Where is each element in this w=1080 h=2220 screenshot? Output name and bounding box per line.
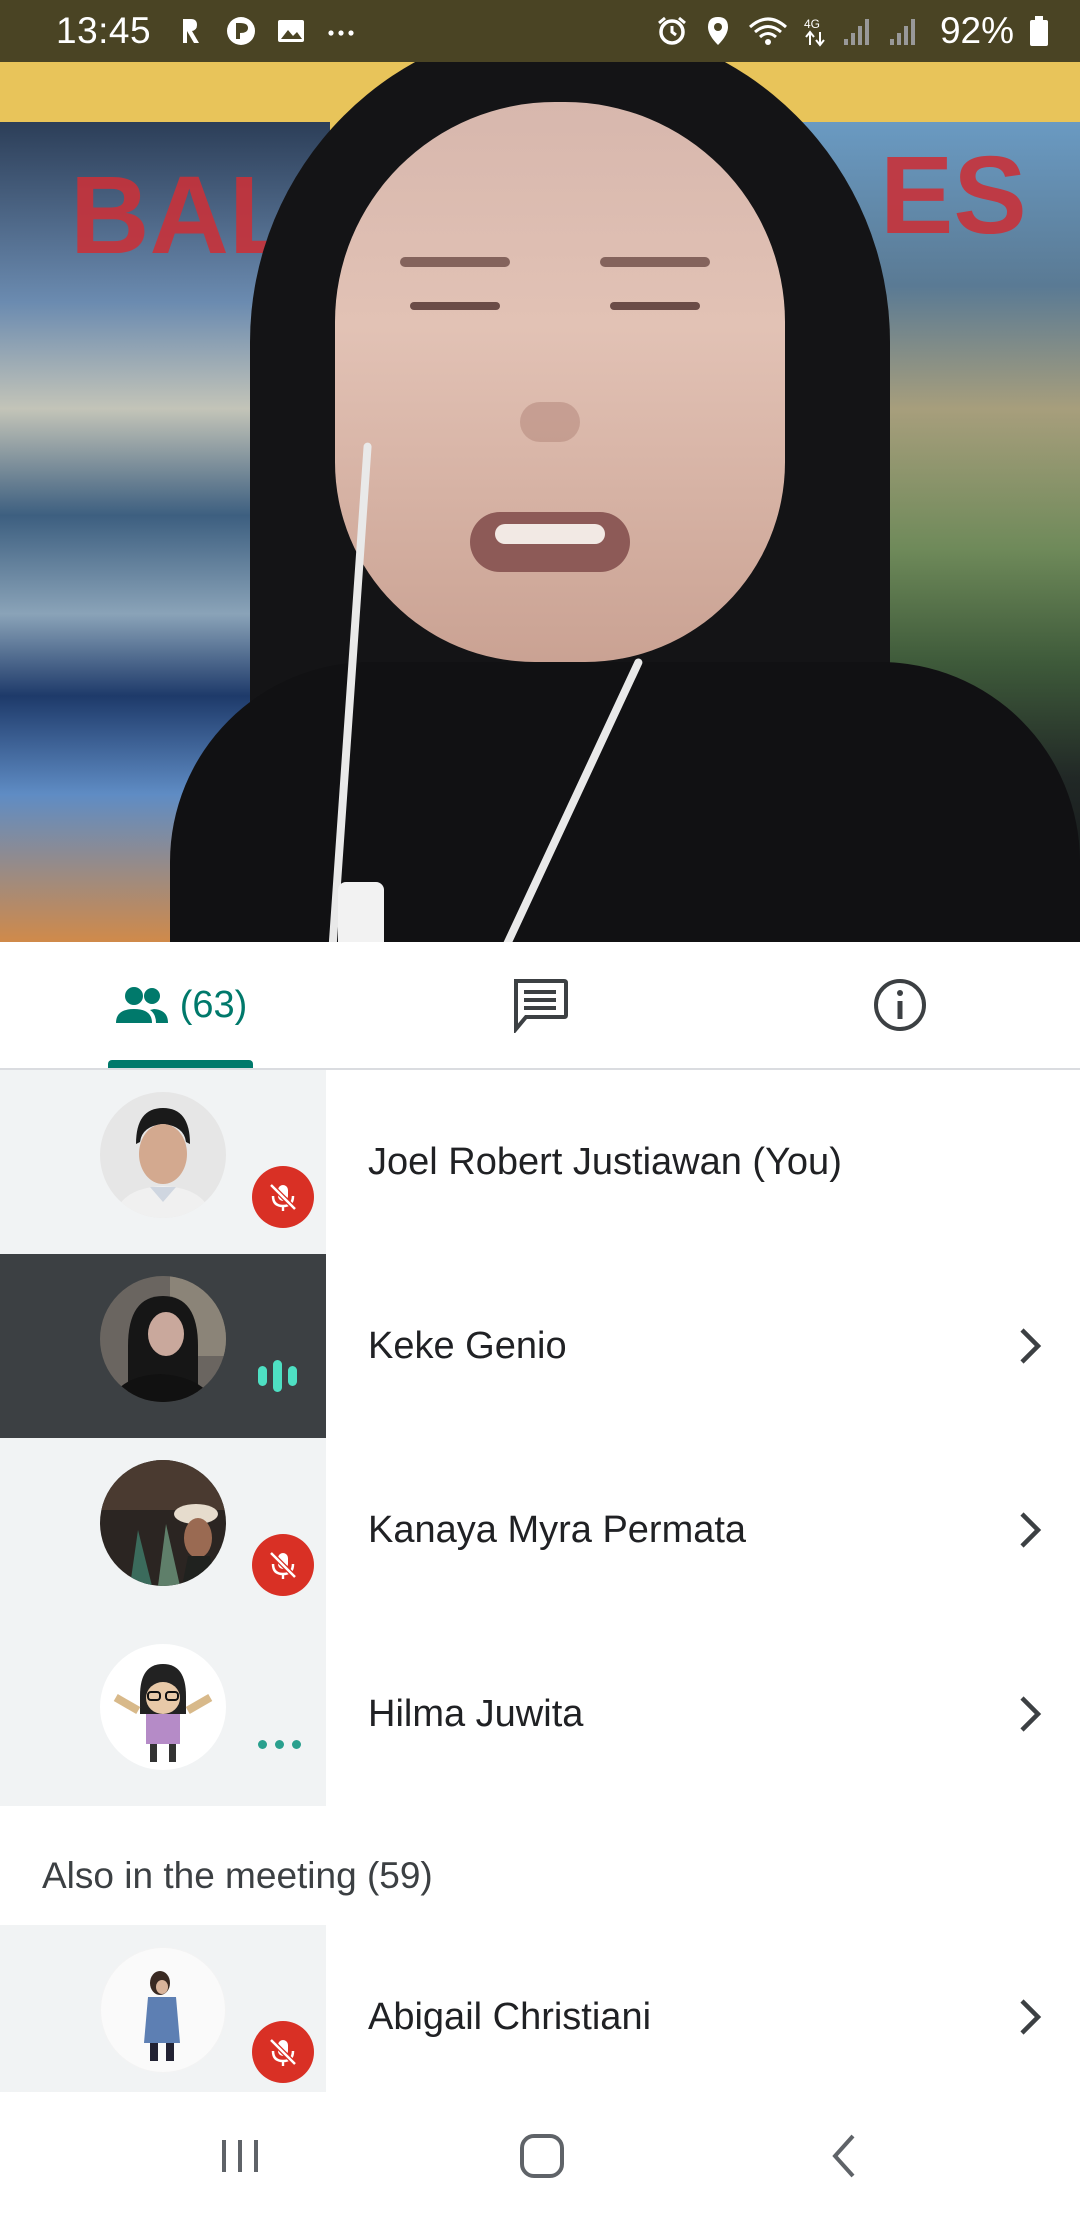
tab-people[interactable]: (63) bbox=[108, 942, 253, 1068]
chevron-right-icon bbox=[1010, 1987, 1050, 2047]
participant-count: (63) bbox=[179, 983, 248, 1026]
recents-icon bbox=[222, 2140, 258, 2172]
speaking-indicator bbox=[258, 1360, 297, 1392]
tab-chat[interactable] bbox=[470, 942, 610, 1068]
info-icon bbox=[874, 979, 926, 1031]
home-button[interactable] bbox=[502, 2116, 582, 2196]
participant-tile bbox=[0, 1438, 326, 1622]
participant-row[interactable]: Kanaya Myra Permata bbox=[0, 1438, 1080, 1622]
meeting-tabs: (63) bbox=[0, 942, 1080, 1070]
back-button[interactable] bbox=[804, 2116, 884, 2196]
alarm-icon bbox=[657, 16, 686, 45]
more-icon bbox=[328, 30, 354, 36]
phone-icon bbox=[227, 17, 256, 45]
connecting-indicator bbox=[258, 1740, 301, 1749]
avatar bbox=[100, 1092, 226, 1218]
active-speaker-video[interactable]: BAL ES bbox=[0, 62, 1080, 942]
location-icon bbox=[707, 17, 728, 45]
avatar bbox=[100, 1644, 226, 1770]
speaker-nose bbox=[520, 402, 580, 442]
also-participant-list: Abigail Christiani bbox=[0, 1925, 1080, 2109]
mic-off-icon bbox=[269, 1183, 297, 1211]
speaker-teeth bbox=[495, 524, 605, 544]
speaker-brow bbox=[600, 257, 710, 267]
participant-row[interactable]: Hilma Juwita bbox=[0, 1622, 1080, 1806]
back-icon bbox=[832, 2134, 855, 2178]
tab-info[interactable] bbox=[830, 942, 970, 1068]
participant-row[interactable]: Keke Genio bbox=[0, 1254, 1080, 1438]
avatar bbox=[100, 1276, 226, 1402]
participant-name: Joel Robert Justiawan (You) bbox=[368, 1140, 842, 1183]
backdrop-text-right: ES bbox=[880, 134, 1027, 257]
speaker-face bbox=[335, 102, 785, 662]
speaker-eye bbox=[410, 302, 500, 310]
autofill-icon bbox=[183, 19, 200, 43]
participant-name: Hilma Juwita bbox=[368, 1692, 584, 1735]
chevron-right-icon bbox=[1010, 1500, 1050, 1560]
also-in-meeting-header: Also in the meeting (59) bbox=[42, 1855, 433, 1896]
mic-off-icon bbox=[269, 2038, 297, 2066]
mic-muted-badge bbox=[252, 1166, 314, 1228]
system-navigation-bar bbox=[0, 2092, 1080, 2220]
participant-tile bbox=[0, 1254, 326, 1438]
mic-muted-badge bbox=[252, 1534, 314, 1596]
chevron-right-icon bbox=[1010, 1316, 1050, 1376]
battery-icon bbox=[1030, 16, 1048, 46]
participant-tile bbox=[0, 1622, 326, 1806]
image-icon bbox=[278, 20, 305, 42]
chevron-right-icon bbox=[1010, 1684, 1050, 1744]
participant-name: Kanaya Myra Permata bbox=[368, 1508, 747, 1551]
mic-off-icon bbox=[269, 1551, 297, 1579]
status-bar: 13:45 4G 92% bbox=[0, 0, 1080, 62]
avatar bbox=[100, 1460, 226, 1586]
people-icon bbox=[115, 987, 168, 1023]
speaker-brow bbox=[400, 257, 510, 267]
participant-tile bbox=[0, 1925, 326, 2109]
home-icon bbox=[520, 2134, 564, 2178]
tab-active-indicator bbox=[108, 1060, 253, 1068]
4g-icon: 4G bbox=[804, 17, 825, 47]
avatar bbox=[100, 1947, 226, 2073]
speaker-eye bbox=[610, 302, 700, 310]
svg-text:4G: 4G bbox=[804, 17, 820, 31]
participant-tile bbox=[0, 1070, 326, 1254]
battery-level: 92% bbox=[939, 10, 1014, 51]
wifi-icon bbox=[748, 17, 787, 45]
participant-name: Keke Genio bbox=[368, 1324, 567, 1367]
recents-button[interactable] bbox=[200, 2116, 280, 2196]
mic-muted-badge bbox=[252, 2021, 314, 2083]
participant-list: Joel Robert Justiawan (You) Keke Genio K… bbox=[0, 1070, 1080, 1806]
earphone-remote bbox=[338, 882, 384, 942]
speaker-body bbox=[170, 662, 1080, 942]
participant-row: Joel Robert Justiawan (You) bbox=[0, 1070, 1080, 1254]
participant-row[interactable]: Abigail Christiani bbox=[0, 1925, 1080, 2109]
signal-icon bbox=[843, 19, 869, 45]
signal-icon bbox=[889, 19, 915, 45]
chat-icon bbox=[514, 979, 568, 1033]
participant-name: Abigail Christiani bbox=[368, 1995, 652, 2038]
clock: 13:45 bbox=[56, 10, 152, 51]
